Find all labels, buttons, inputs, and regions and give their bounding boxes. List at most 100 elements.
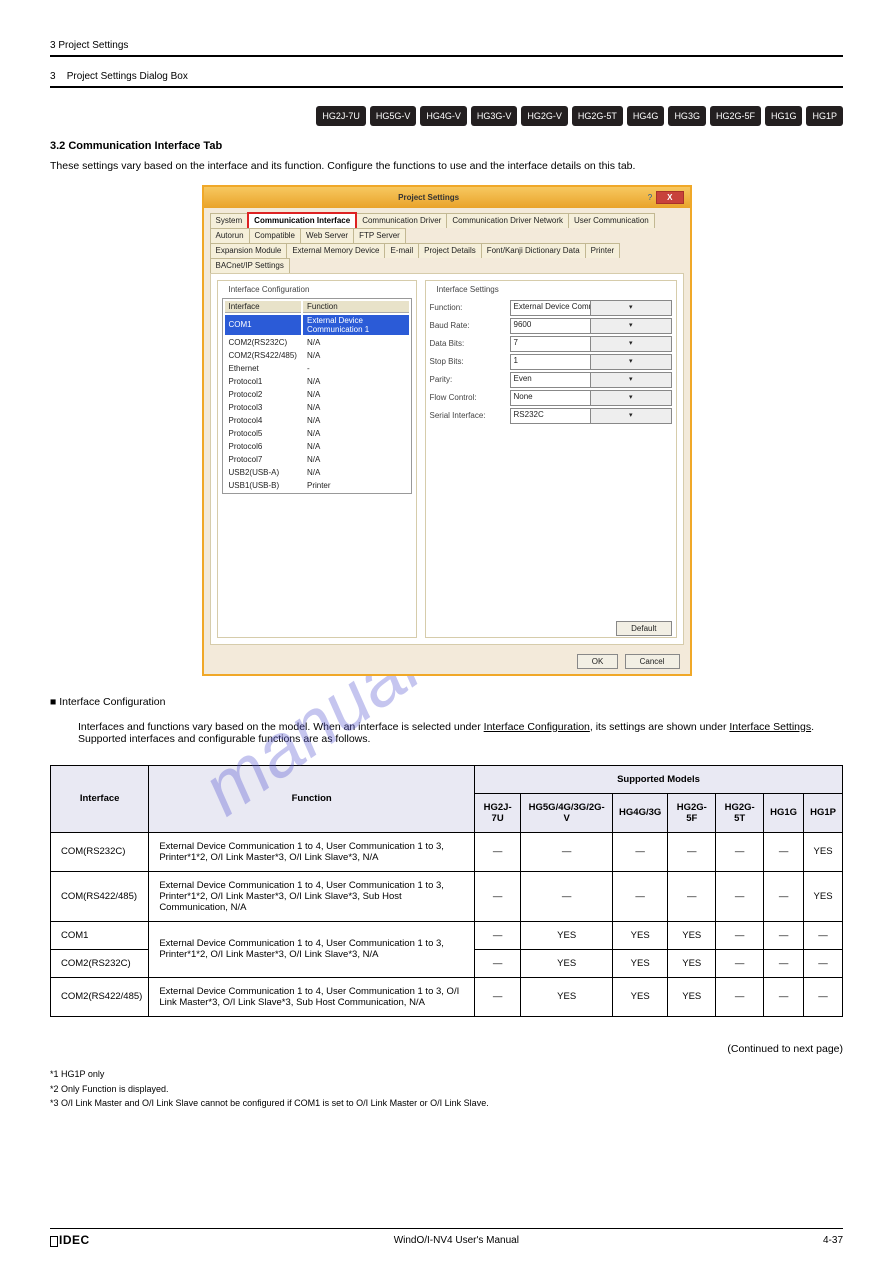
header-chapter: 3 Project Settings: [50, 40, 843, 57]
page-footer: IDEC WindO/I-NV4 User's Manual 4-37: [50, 1228, 843, 1247]
chevron-down-icon[interactable]: ▾: [590, 409, 671, 423]
func-cell: N/A: [303, 376, 409, 387]
dialog-tab[interactable]: Web Server: [300, 228, 354, 243]
chevron-down-icon[interactable]: ▾: [590, 373, 671, 387]
chevron-down-icon[interactable]: ▾: [590, 391, 671, 405]
spec-row: COM2(RS422/485)External Device Communica…: [51, 977, 843, 1016]
combo-box[interactable]: Even▾: [510, 372, 672, 388]
dialog-tab[interactable]: Autorun: [210, 228, 250, 243]
model-badge: HG4G-V: [420, 106, 467, 126]
interface-row[interactable]: COM2(RS232C)N/A: [225, 337, 409, 348]
interface-config-panel: Interface Configuration InterfaceFunctio…: [217, 280, 417, 638]
chevron-down-icon[interactable]: ▾: [590, 319, 671, 333]
func-cell: N/A: [303, 389, 409, 400]
chevron-down-icon[interactable]: ▾: [590, 337, 671, 351]
setting-field-row: Serial Interface:RS232C▾: [430, 408, 672, 424]
spec-cell: —: [716, 832, 764, 871]
spec-cell: —: [475, 871, 521, 921]
interface-row[interactable]: Protocol1N/A: [225, 376, 409, 387]
dialog-tab[interactable]: FTP Server: [353, 228, 406, 243]
spec-func: External Device Communication 1 to 4, Us…: [149, 921, 475, 977]
field-label: Flow Control:: [430, 393, 510, 402]
ok-button[interactable]: OK: [577, 654, 619, 669]
dialog-tab[interactable]: Communication Driver Network: [446, 213, 569, 228]
cancel-button[interactable]: Cancel: [625, 654, 680, 669]
combo-value: 9600: [511, 319, 591, 333]
help-icon[interactable]: ?: [648, 193, 652, 202]
dialog-tab[interactable]: Project Details: [418, 243, 482, 258]
settings-screenshot: Project Settings ? X SystemCommunication…: [202, 185, 692, 676]
iface-cell: Protocol2: [225, 389, 301, 400]
spec-cell: —: [475, 832, 521, 871]
func-cell: N/A: [303, 441, 409, 452]
spec-iface: COM(RS232C): [51, 832, 149, 871]
dialog-tab[interactable]: Expansion Module: [210, 243, 288, 258]
spec-cell: —: [521, 871, 613, 921]
model-badge: HG2G-5T: [572, 106, 623, 126]
interface-row[interactable]: Protocol7N/A: [225, 454, 409, 465]
iface-col-header: Function: [303, 301, 409, 313]
interface-row[interactable]: Protocol2N/A: [225, 389, 409, 400]
interface-table[interactable]: InterfaceFunctionCOM1External Device Com…: [222, 298, 412, 494]
spec-cell: —: [804, 977, 843, 1016]
interface-row[interactable]: Protocol4N/A: [225, 415, 409, 426]
interface-row[interactable]: USB1(USB-B)Printer: [225, 480, 409, 491]
spec-cell: —: [764, 949, 804, 977]
model-badge: HG1P: [806, 106, 843, 126]
spec-cell: —: [613, 832, 668, 871]
interface-row[interactable]: Protocol3N/A: [225, 402, 409, 413]
dialog-tab[interactable]: Communication Driver: [356, 213, 447, 228]
combo-box[interactable]: External Device Communication 1▾: [510, 300, 672, 316]
spec-cell: YES: [668, 949, 716, 977]
chevron-down-icon[interactable]: ▾: [590, 355, 671, 369]
dialog-tab[interactable]: E-mail: [384, 243, 419, 258]
dialog-tab[interactable]: External Memory Device: [286, 243, 385, 258]
combo-box[interactable]: RS232C▾: [510, 408, 672, 424]
setting-field-row: Flow Control:None▾: [430, 390, 672, 406]
close-icon[interactable]: X: [656, 191, 683, 204]
func-cell: External Device Communication 1: [303, 315, 409, 335]
combo-box[interactable]: 9600▾: [510, 318, 672, 334]
spec-row: COM(RS232C)External Device Communication…: [51, 832, 843, 871]
func-cell: N/A: [303, 337, 409, 348]
dialog-tab[interactable]: BACnet/IP Settings: [210, 258, 290, 273]
dialog-tab[interactable]: User Communication: [568, 213, 655, 228]
spec-iface: COM2(RS232C): [51, 949, 149, 977]
interface-row[interactable]: USB2(USB-A)N/A: [225, 467, 409, 478]
spec-cell: YES: [613, 977, 668, 1016]
window-title: Project Settings: [210, 193, 648, 202]
spec-cell: —: [716, 949, 764, 977]
interface-row[interactable]: Protocol5N/A: [225, 428, 409, 439]
combo-box[interactable]: 7▾: [510, 336, 672, 352]
continued-label: (Continued to next page): [50, 1041, 843, 1058]
spec-func: External Device Communication 1 to 4, Us…: [149, 871, 475, 921]
dialog-tab[interactable]: Compatible: [249, 228, 301, 243]
dialog-tab[interactable]: Communication Interface: [247, 212, 357, 228]
field-label: Parity:: [430, 375, 510, 384]
func-cell: N/A: [303, 428, 409, 439]
spec-func: External Device Communication 1 to 4, Us…: [149, 832, 475, 871]
combo-value: External Device Communication 1: [511, 301, 591, 315]
combo-box[interactable]: None▾: [510, 390, 672, 406]
interface-row[interactable]: Ethernet-: [225, 363, 409, 374]
spec-model-header: HG1P: [804, 793, 843, 832]
setting-field-row: Baud Rate:9600▾: [430, 318, 672, 334]
footnote: *3 O/I Link Master and O/I Link Slave ca…: [50, 1096, 843, 1110]
combo-box[interactable]: 1▾: [510, 354, 672, 370]
field-label: Data Bits:: [430, 339, 510, 348]
chevron-down-icon[interactable]: ▾: [590, 301, 671, 315]
model-badge: HG2G-V: [521, 106, 568, 126]
dialog-tab[interactable]: Printer: [585, 243, 621, 258]
default-button[interactable]: Default: [616, 621, 671, 636]
footnote: *2 Only Function is displayed.: [50, 1082, 843, 1096]
spec-model-header: HG2G-5F: [668, 793, 716, 832]
interface-row[interactable]: COM1External Device Communication 1: [225, 315, 409, 335]
iface-cell: Protocol4: [225, 415, 301, 426]
dialog-tab[interactable]: Font/Kanji Dictionary Data: [481, 243, 586, 258]
interface-row[interactable]: Protocol6N/A: [225, 441, 409, 452]
spec-model-header: HG2J-7U: [475, 793, 521, 832]
dialog-tab[interactable]: System: [210, 213, 249, 228]
spec-cell: YES: [613, 949, 668, 977]
interface-row[interactable]: COM2(RS422/485)N/A: [225, 350, 409, 361]
model-badge: HG3G-V: [471, 106, 518, 126]
